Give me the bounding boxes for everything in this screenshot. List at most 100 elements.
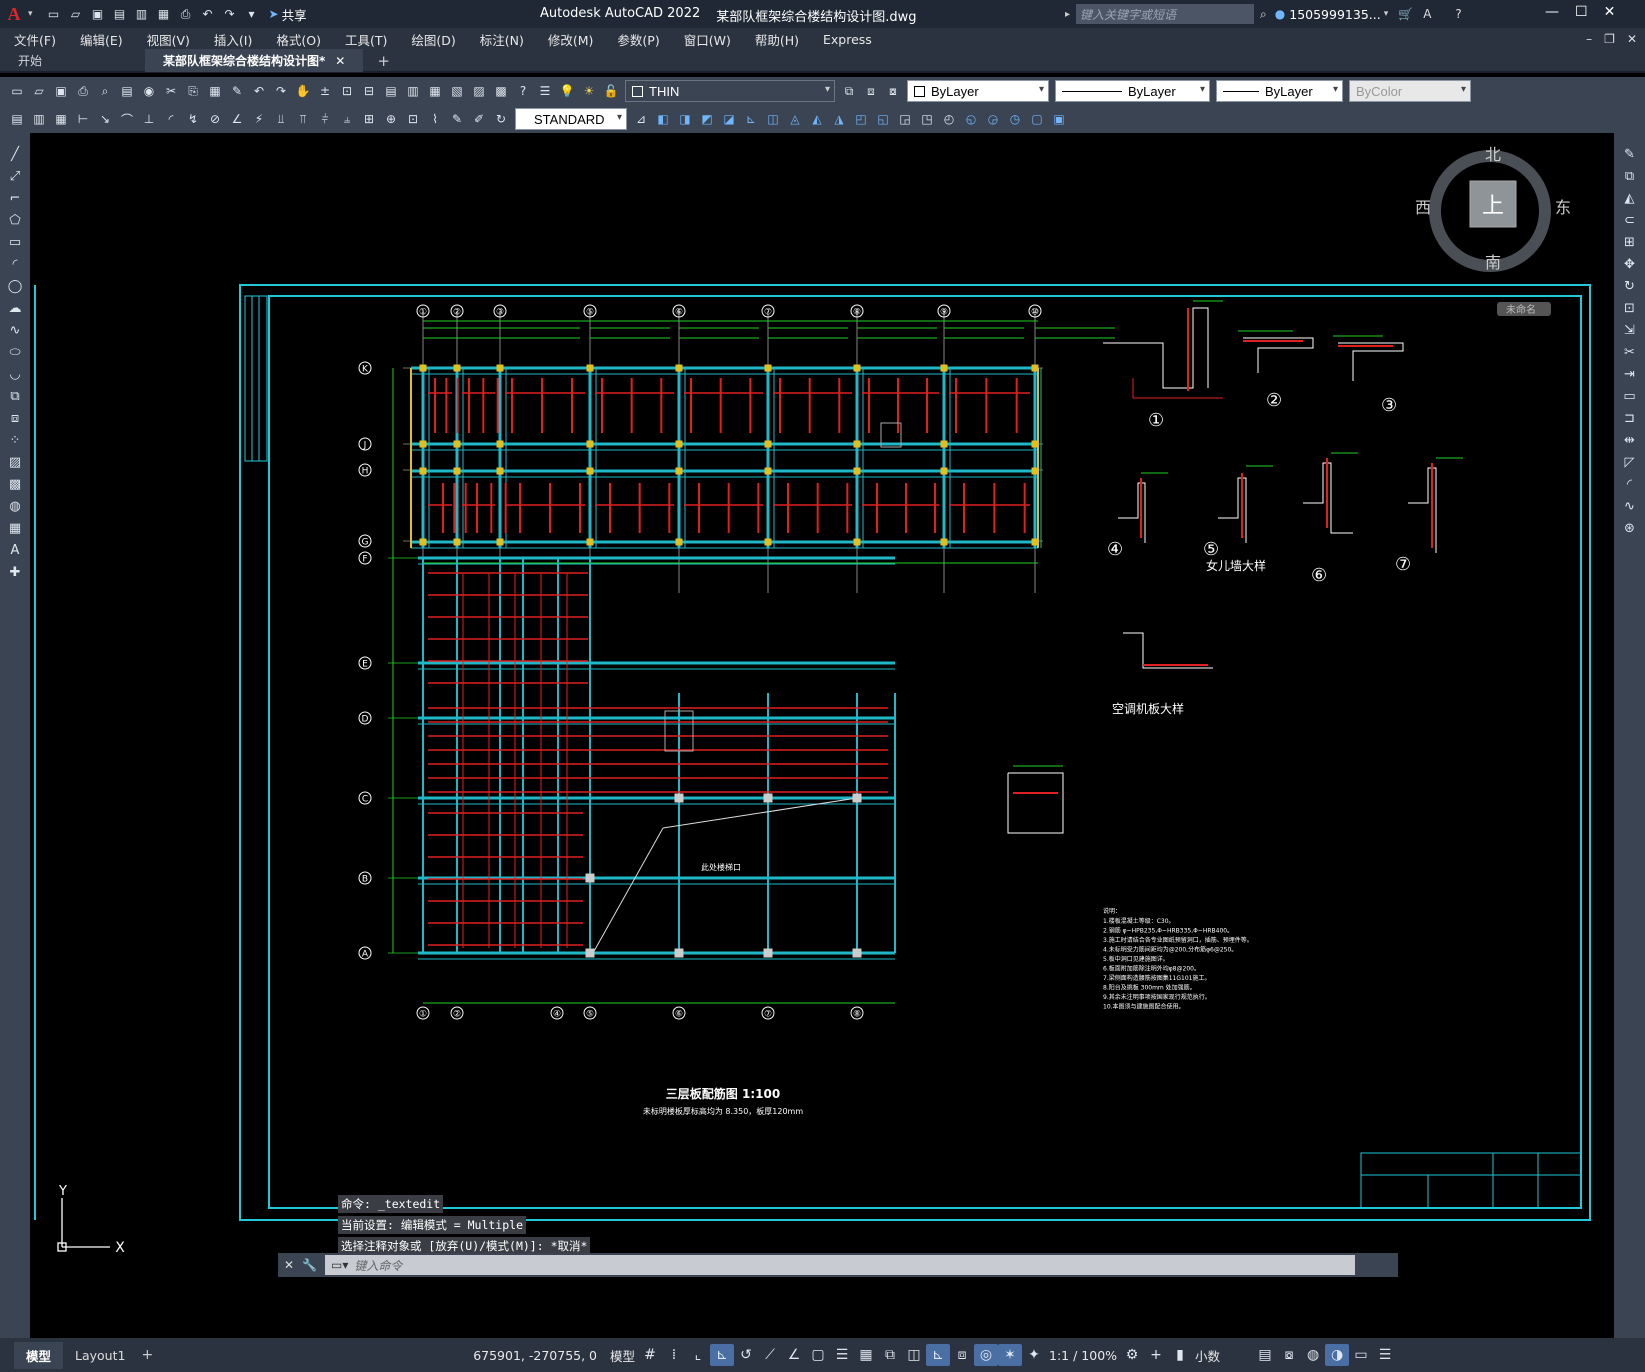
menu-dimension[interactable]: 标注(N) xyxy=(480,30,524,49)
tb-matchprop-icon[interactable]: ✎ xyxy=(227,81,247,101)
chamfer-icon[interactable]: ◸ xyxy=(1619,452,1641,472)
render-icon[interactable]: ◲ xyxy=(895,109,915,129)
menu-edit[interactable]: 编辑(E) xyxy=(80,30,123,49)
autodesk-app-icon[interactable]: A xyxy=(1423,7,1431,21)
user-icon[interactable]: ● xyxy=(1275,7,1285,21)
dim-diameter-icon[interactable]: ⊘ xyxy=(205,109,225,129)
extend-icon[interactable]: ⇥ xyxy=(1619,364,1641,384)
object-snap-icon[interactable]: ▢ xyxy=(806,1344,830,1366)
tb-toolpalettes-icon[interactable]: ▦ xyxy=(425,81,445,101)
coordinates-readout[interactable]: 675901, -270755, 0 xyxy=(473,1348,597,1363)
menu-express[interactable]: Express xyxy=(823,32,872,47)
dim-jogged-icon[interactable]: ↯ xyxy=(183,109,203,129)
tb-zoom-window-icon[interactable]: ⊡ xyxy=(337,81,357,101)
ucs-face-icon[interactable]: ◭ xyxy=(807,109,827,129)
isolate-objects-icon[interactable]: ◍ xyxy=(1301,1344,1325,1366)
tb-zoom-realtime-icon[interactable]: ± xyxy=(315,81,335,101)
orbit-icon[interactable]: ◪ xyxy=(719,109,739,129)
annotation-monitor-icon[interactable]: + xyxy=(1144,1344,1168,1366)
make-block-icon[interactable]: ⧈ xyxy=(4,408,26,428)
dim-radius-icon[interactable]: ◜ xyxy=(161,109,181,129)
tb-tablestyle-icon[interactable]: ▦ xyxy=(51,109,71,129)
command-prompt-icon[interactable]: ▭▾ xyxy=(331,1258,348,1272)
minimize-icon[interactable]: — xyxy=(1545,4,1559,20)
transparency-icon[interactable]: ▦ xyxy=(854,1344,878,1366)
customize-qat-icon[interactable]: ▾ xyxy=(242,4,262,24)
infer-icon[interactable]: ⌞ xyxy=(686,1344,710,1366)
tb-preview-icon[interactable]: ⌕ xyxy=(95,81,115,101)
color-dropdown[interactable]: ByLayer ▾ xyxy=(907,80,1049,102)
annotation-visibility-icon[interactable]: ✶ xyxy=(998,1344,1023,1366)
arc-icon[interactable]: ◜ xyxy=(4,254,26,274)
selection-cycling-icon[interactable]: ⧉ xyxy=(878,1344,902,1366)
tb-calculator-icon[interactable]: ▩ xyxy=(491,81,511,101)
object-snap-tracking-icon[interactable]: ∠ xyxy=(782,1344,806,1366)
join-icon[interactable]: ⇹ xyxy=(1619,430,1641,450)
rotate-icon[interactable]: ↻ xyxy=(1619,276,1641,296)
tb-publish-icon[interactable]: ▤ xyxy=(117,81,137,101)
3d-osnap-icon[interactable]: ◫ xyxy=(902,1344,926,1366)
menu-modify[interactable]: 修改(M) xyxy=(548,30,594,49)
inspection-icon[interactable]: ⊡ xyxy=(403,109,423,129)
tb-undo-icon[interactable]: ↶ xyxy=(249,81,269,101)
tb-copy-icon[interactable]: ⎘ xyxy=(183,81,203,101)
undo-icon[interactable]: ↶ xyxy=(198,4,218,24)
units-icon[interactable]: ▮ xyxy=(1168,1344,1192,1366)
gradient-icon[interactable]: ▩ xyxy=(4,474,26,494)
workspace-icon[interactable]: ⚙ xyxy=(1120,1344,1144,1366)
fly-icon[interactable]: ▢ xyxy=(1027,109,1047,129)
layer-freeze-icon[interactable]: ☀ xyxy=(579,81,599,101)
walk-icon[interactable]: ◷ xyxy=(1005,109,1025,129)
ortho-icon[interactable]: ⊾ xyxy=(710,1344,735,1366)
cart-icon[interactable]: 🛒 xyxy=(1398,7,1413,21)
tab-model[interactable]: 模型 xyxy=(14,1341,64,1369)
units-value[interactable]: 小数 xyxy=(1195,1346,1220,1365)
user-arrow-icon[interactable]: ▾ xyxy=(1384,9,1389,19)
insert-block-icon[interactable]: ⧉ xyxy=(4,386,26,406)
erase-icon[interactable]: ✎ xyxy=(1619,144,1641,164)
viewport-icon[interactable]: ◵ xyxy=(961,109,981,129)
share-icon[interactable]: ➤ xyxy=(269,7,279,21)
tb-layer-manager-icon[interactable]: ☰ xyxy=(535,81,555,101)
quick-properties-icon[interactable]: ▤ xyxy=(1253,1344,1277,1366)
layer-dropdown[interactable]: THIN ▾ xyxy=(625,80,835,102)
isodraft-icon[interactable]: ⟋ xyxy=(758,1344,782,1366)
maximize-icon[interactable]: ☐ xyxy=(1575,4,1588,20)
tb-help-icon[interactable]: ? xyxy=(513,81,533,101)
polygon-icon[interactable]: ⬠ xyxy=(4,210,26,230)
command-input[interactable]: ▭▾ 键入命令 xyxy=(325,1255,1356,1275)
clean-screen-icon[interactable]: ▭ xyxy=(1349,1344,1373,1366)
blend-icon[interactable]: ∿ xyxy=(1619,496,1641,516)
doc-minimize-icon[interactable]: – xyxy=(1586,32,1592,46)
command-customize-icon[interactable]: 🔧 xyxy=(302,1258,317,1272)
explode-icon[interactable]: ⊛ xyxy=(1619,518,1641,538)
plotstyle-dropdown[interactable]: ByColor ▾ xyxy=(1349,80,1471,102)
app-menu-arrow-icon[interactable]: ▾ xyxy=(28,9,33,19)
lights-icon[interactable]: ◴ xyxy=(939,109,959,129)
menu-draw[interactable]: 绘图(D) xyxy=(411,30,455,49)
tb-plot-icon[interactable]: ⎙ xyxy=(73,81,93,101)
add-selected-icon[interactable]: ✚ xyxy=(4,562,26,582)
doc-close-icon[interactable]: ✕ xyxy=(1627,32,1637,46)
dim-linear-icon[interactable]: ⊢ xyxy=(73,109,93,129)
snap-icon[interactable]: ⁞ xyxy=(662,1344,686,1366)
construction-line-icon[interactable]: ⤢ xyxy=(4,166,26,186)
tb-properties-icon[interactable]: ▤ xyxy=(381,81,401,101)
text-style-dropdown[interactable]: STANDARD ▾ xyxy=(515,108,627,130)
plot-icon[interactable]: ⎙ xyxy=(176,4,196,24)
dim-space-icon[interactable]: ⫩ xyxy=(315,109,335,129)
named-views-icon[interactable]: ◶ xyxy=(983,109,1003,129)
dim-aligned-icon[interactable]: ↘ xyxy=(95,109,115,129)
ucs-previous-icon[interactable]: ◬ xyxy=(785,109,805,129)
tb-cut-icon[interactable]: ✂ xyxy=(161,81,181,101)
dim-break-icon[interactable]: ⫨ xyxy=(337,109,357,129)
lock-ui-icon[interactable]: ⧇ xyxy=(1277,1344,1301,1366)
circle-icon[interactable]: ◯ xyxy=(4,276,26,296)
menu-help[interactable]: 帮助(H) xyxy=(755,30,799,49)
new-icon[interactable]: ▭ xyxy=(44,4,64,24)
dynamic-ucs-icon[interactable]: ⊾ xyxy=(926,1344,951,1366)
spline-icon[interactable]: ∿ xyxy=(4,320,26,340)
tb-3dprint-icon[interactable]: ◉ xyxy=(139,81,159,101)
tab-document[interactable]: 某部队框架综合楼结构设计图* ✕ xyxy=(145,49,364,72)
save-web-icon[interactable]: ▦ xyxy=(154,4,174,24)
